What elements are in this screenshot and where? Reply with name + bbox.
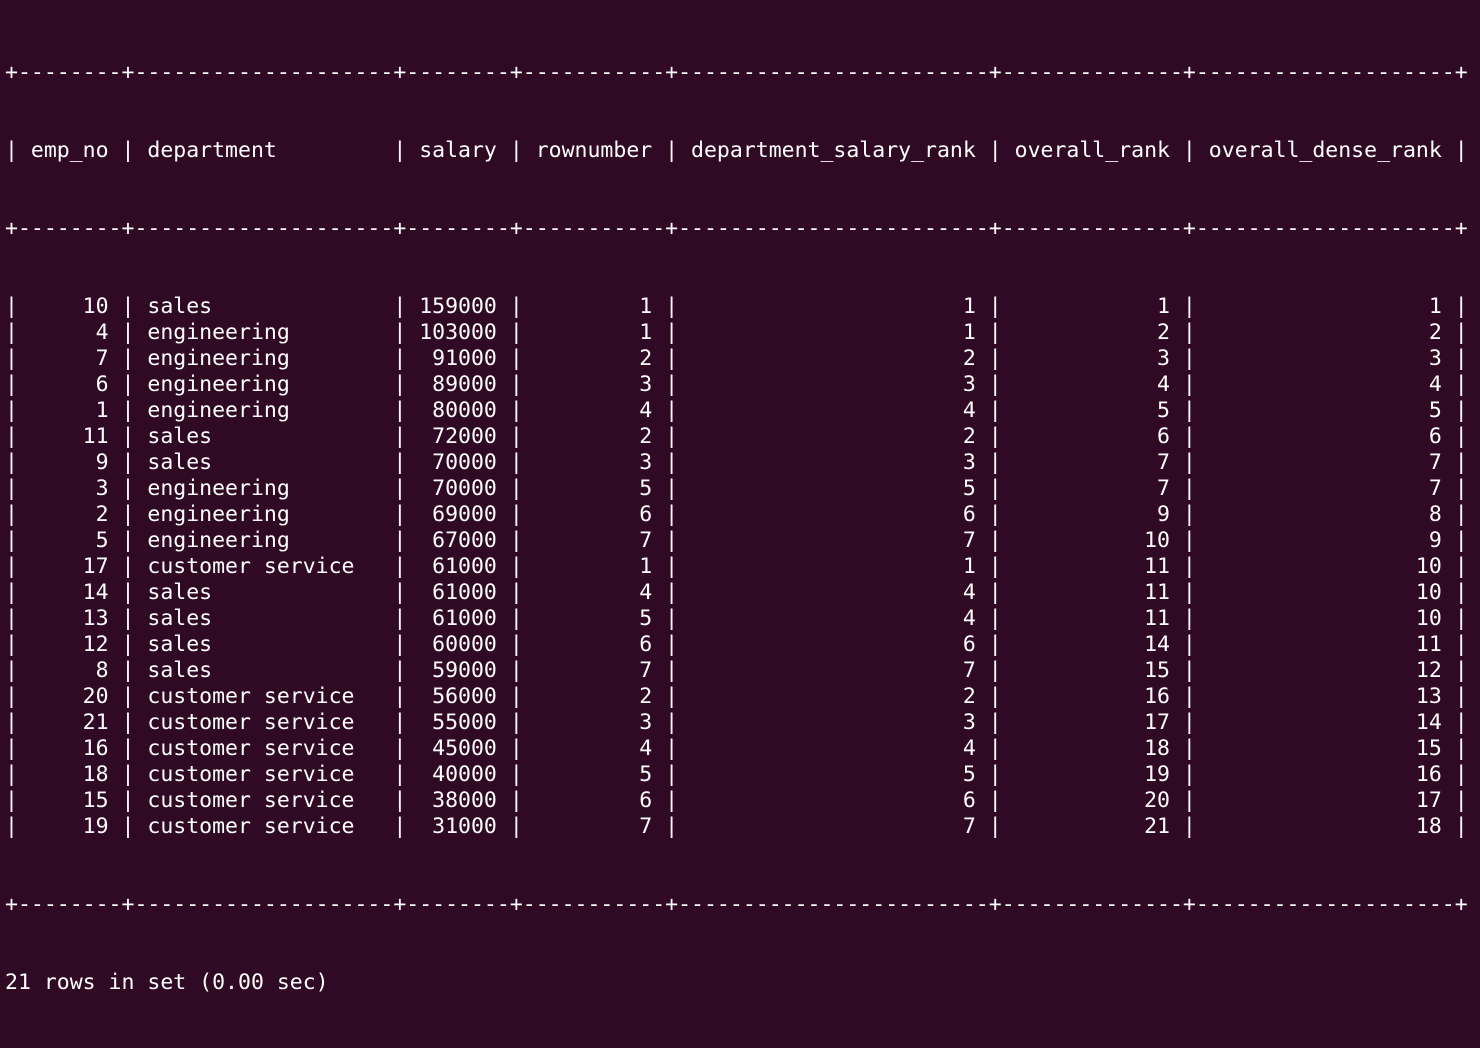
table-row: | 11 | sales | 72000 | 2 | 2 | 6 | 6 | [5,424,1468,449]
table-row: | 5 | engineering | 67000 | 7 | 7 | 10 |… [5,528,1468,553]
table-row: | 4 | engineering | 103000 | 1 | 1 | 2 |… [5,320,1468,345]
table-row: | 16 | customer service | 45000 | 4 | 4 … [5,736,1468,761]
table-border-bottom: +--------+--------------------+--------+… [5,892,1468,917]
table-row: | 18 | customer service | 40000 | 5 | 5 … [5,762,1468,787]
table-row: | 17 | customer service | 61000 | 1 | 1 … [5,554,1468,579]
table-row: | 7 | engineering | 91000 | 2 | 2 | 3 | … [5,346,1468,371]
table-row: | 2 | engineering | 69000 | 6 | 6 | 9 | … [5,502,1468,527]
table-row: | 1 | engineering | 80000 | 4 | 4 | 5 | … [5,398,1468,423]
table-row: | 6 | engineering | 89000 | 3 | 3 | 4 | … [5,372,1468,397]
table-row: | 19 | customer service | 31000 | 7 | 7 … [5,814,1468,839]
query-result-table: +--------+--------------------+--------+… [5,8,1480,1048]
terminal-window[interactable]: +--------+--------------------+--------+… [0,0,1480,995]
table-border-top: +--------+--------------------+--------+… [5,60,1468,85]
table-row: | 12 | sales | 60000 | 6 | 6 | 14 | 11 | [5,632,1468,657]
table-body: | 10 | sales | 159000 | 1 | 1 | 1 | 1 | |… [5,294,1480,840]
table-row: | 21 | customer service | 55000 | 3 | 3 … [5,710,1468,735]
table-row: | 9 | sales | 70000 | 3 | 3 | 7 | 7 | [5,450,1468,475]
status-line: 21 rows in set (0.00 sec) [5,970,329,995]
table-border-header: +--------+--------------------+--------+… [5,216,1468,241]
table-row: | 20 | customer service | 56000 | 2 | 2 … [5,684,1468,709]
table-header-row: | emp_no | department | salary | rownumb… [5,138,1468,163]
table-row: | 3 | engineering | 70000 | 5 | 5 | 7 | … [5,476,1468,501]
table-row: | 14 | sales | 61000 | 4 | 4 | 11 | 10 | [5,580,1468,605]
table-row: | 10 | sales | 159000 | 1 | 1 | 1 | 1 | [5,294,1468,319]
table-row: | 15 | customer service | 38000 | 6 | 6 … [5,788,1468,813]
table-row: | 13 | sales | 61000 | 5 | 4 | 11 | 10 | [5,606,1468,631]
table-row: | 8 | sales | 59000 | 7 | 7 | 15 | 12 | [5,658,1468,683]
